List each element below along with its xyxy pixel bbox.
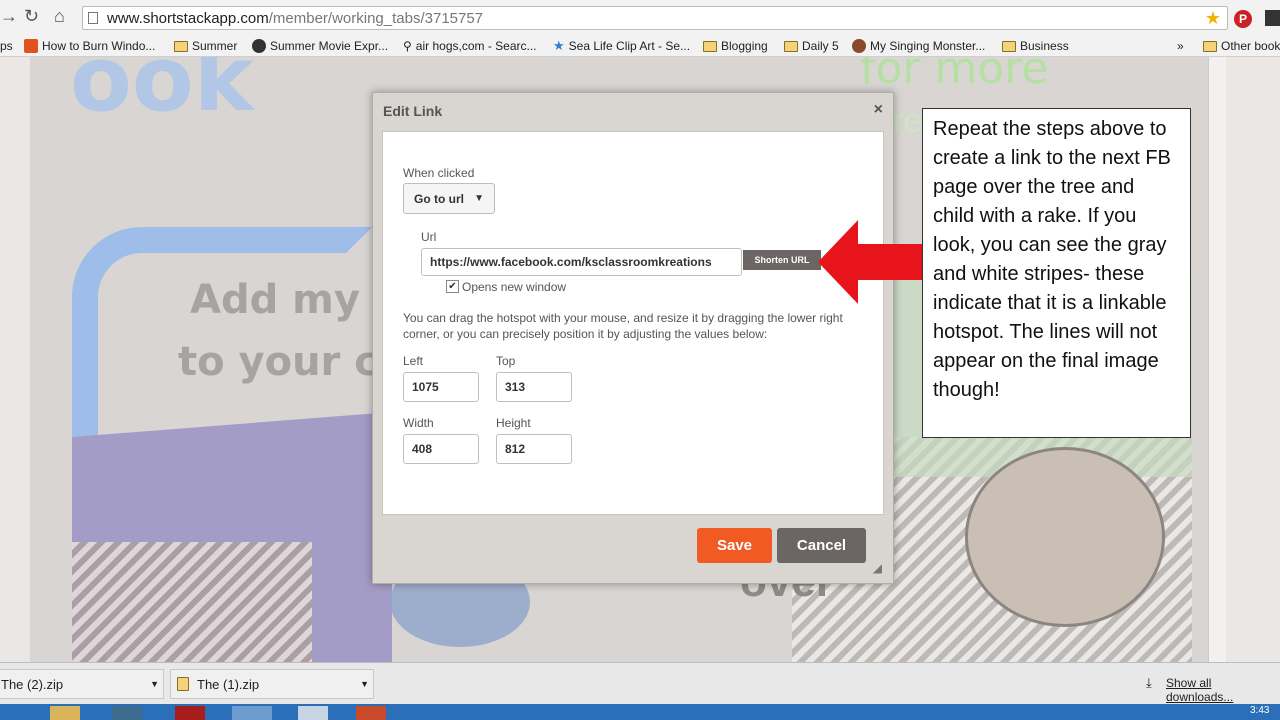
- when-clicked-label: When clicked: [403, 166, 475, 180]
- address-bar-row: → ↻ ⌂ www.shortstackapp.com/member/worki…: [0, 0, 1280, 35]
- action-select[interactable]: Go to url ▼: [403, 183, 495, 214]
- scrollbar[interactable]: [1208, 57, 1226, 662]
- extension-icon[interactable]: [1265, 10, 1280, 26]
- dialog-title: Edit Link: [383, 103, 443, 119]
- shorten-url-button[interactable]: Shorten URL: [743, 250, 821, 270]
- dropdown-arrow-icon[interactable]: ▼: [150, 679, 159, 689]
- bookmark-item[interactable]: My Singing Monster...: [852, 38, 985, 54]
- bookmark-item[interactable]: Summer: [174, 38, 237, 54]
- url-input[interactable]: https://www.facebook.com/ksclassroomkrea…: [421, 248, 742, 276]
- bookmark-item[interactable]: ★ Sea Life Clip Art - Se...: [553, 38, 690, 54]
- powerpoint-taskbar-icon[interactable]: [356, 706, 386, 720]
- edit-link-dialog: Edit Link × When clicked Go to url ▼ Url …: [372, 92, 894, 584]
- bookmark-item[interactable]: Other book: [1203, 38, 1280, 54]
- url-field[interactable]: www.shortstackapp.com/member/working_tab…: [82, 6, 1228, 30]
- background-heading-right: for more: [860, 57, 1049, 94]
- url-label: Url: [421, 230, 437, 244]
- search-icon: ⚲: [403, 39, 412, 53]
- apps-fragment[interactable]: ps: [0, 38, 13, 54]
- home-icon[interactable]: ⌂: [54, 6, 65, 27]
- site-icon: [852, 39, 866, 53]
- app-taskbar-icon[interactable]: [112, 706, 142, 720]
- download-item[interactable]: The (2).zip ▼: [0, 669, 164, 699]
- top-label: Top: [496, 354, 516, 368]
- close-icon[interactable]: ×: [874, 101, 883, 119]
- zip-file-icon: [177, 677, 189, 691]
- red-arrow-annotation: [818, 220, 922, 304]
- red-arrow-shape: [818, 220, 922, 304]
- reload-icon[interactable]: ↻: [24, 6, 39, 27]
- url-text: www.shortstackapp.com/member/working_tab…: [107, 10, 484, 27]
- save-button[interactable]: Save: [697, 528, 772, 563]
- bookmark-item[interactable]: Business: [1002, 38, 1069, 54]
- hotspot-left[interactable]: [72, 542, 312, 662]
- left-label: Left: [403, 354, 424, 368]
- folder-icon: [1002, 40, 1016, 52]
- new-window-label: Opens new window: [462, 280, 567, 294]
- height-label: Height: [496, 416, 531, 430]
- width-label: Width: [403, 416, 434, 430]
- chrome-taskbar-icon[interactable]: [232, 706, 272, 720]
- page-icon: [88, 12, 98, 24]
- taskbar: 3:43: [0, 704, 1280, 720]
- download-icon: ⤓: [1146, 675, 1152, 690]
- folder-icon: [1203, 40, 1217, 52]
- dialog-footer: Save Cancel ◢: [382, 517, 884, 577]
- dropdown-arrow-icon: ▼: [474, 193, 484, 204]
- clock: 3:43: [1250, 705, 1270, 716]
- explorer-taskbar-icon[interactable]: [50, 706, 80, 720]
- bookmark-item[interactable]: Daily 5: [784, 38, 839, 54]
- download-item[interactable]: The (1).zip ▼: [170, 669, 374, 699]
- dropdown-arrow-icon[interactable]: ▼: [360, 679, 369, 689]
- help-text: You can drag the hotspot with your mouse…: [403, 311, 843, 341]
- top-input[interactable]: 313: [496, 372, 572, 402]
- app-taskbar-icon[interactable]: [175, 706, 205, 720]
- child-illustration: [965, 447, 1165, 627]
- annotation-note: Repeat the steps above to create a link …: [922, 108, 1191, 438]
- forward-icon[interactable]: →: [0, 6, 18, 27]
- site-icon: [252, 39, 266, 53]
- bookmarks-bar: ps How to Burn Windo... Summer Summer Mo…: [0, 35, 1280, 57]
- bookmark-item[interactable]: ⚲ air hogs,com - Searc...: [403, 38, 537, 54]
- background-heading: ook: [70, 57, 254, 132]
- star-site-icon: ★: [553, 38, 565, 53]
- width-input[interactable]: 408: [403, 434, 479, 464]
- bookmarks-overflow[interactable]: »: [1177, 38, 1184, 54]
- resize-grip-icon[interactable]: ◢: [873, 561, 882, 575]
- bookmark-item[interactable]: Blogging: [703, 38, 768, 54]
- site-icon: [24, 39, 38, 53]
- pinterest-icon[interactable]: P: [1234, 10, 1252, 28]
- height-input[interactable]: 812: [496, 434, 572, 464]
- bookmark-item[interactable]: How to Burn Windo...: [24, 38, 155, 54]
- folder-icon: [703, 40, 717, 52]
- downloads-bar: The (2).zip ▼ The (1).zip ▼ ⤓ Show all dow…: [0, 662, 1280, 704]
- left-input[interactable]: 1075: [403, 372, 479, 402]
- new-window-checkbox[interactable]: ✔: [446, 280, 459, 293]
- background-small-text: re: [892, 102, 923, 140]
- bookmark-item[interactable]: Summer Movie Expr...: [252, 38, 388, 54]
- dialog-body: When clicked Go to url ▼ Url https://www.…: [382, 131, 884, 515]
- folder-icon: [784, 40, 798, 52]
- cancel-button[interactable]: Cancel: [777, 528, 866, 563]
- app-taskbar-icon[interactable]: [298, 706, 328, 720]
- show-all-downloads-link[interactable]: Show all downloads...: [1166, 676, 1280, 704]
- folder-icon: [174, 40, 188, 52]
- bookmark-star-icon[interactable]: ★: [1205, 8, 1221, 29]
